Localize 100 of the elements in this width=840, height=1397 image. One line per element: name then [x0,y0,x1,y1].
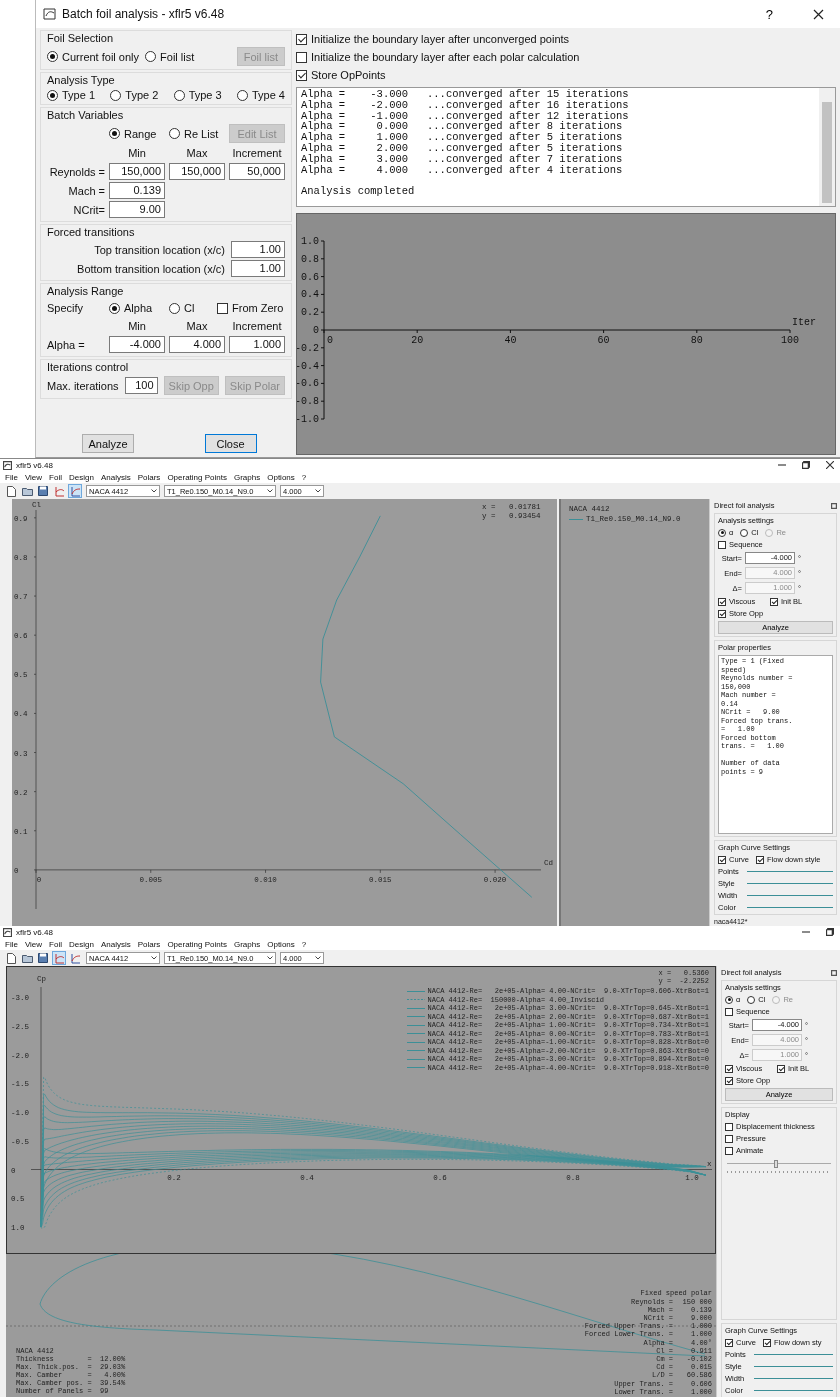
log-line: Alpha = 1.000 ...converged after 5 iterations [301,132,624,143]
radio-button[interactable]: Type 3 [173,89,222,101]
menu-item[interactable]: File [5,472,18,482]
chevron-down-icon [315,489,321,493]
menu-item[interactable]: Operating Points [167,939,227,949]
tick-label: 0.8 [301,253,319,265]
number-field[interactable]: 1.000 [229,336,285,353]
group-title: Foil Selection [47,32,115,45]
float-icon[interactable] [831,502,837,509]
tick-label: 0 [327,335,333,346]
legend-line-icon [569,517,583,521]
menu-item[interactable]: Analysis [100,472,131,482]
radio-button[interactable]: Range [109,127,165,140]
menu-item[interactable]: Polars [137,939,161,949]
menu-item[interactable]: View [24,472,43,482]
group-title: Iterations control [47,361,130,374]
checkbox[interactable]: Initialize the boundary layer after each polar calculation [296,51,836,63]
graph-axes-icon [69,485,81,497]
scrollbar[interactable] [819,88,835,206]
log-line: Alpha = -2.000 ...converged after 16 iterations [301,99,630,111]
menu-item[interactable]: Foil [49,939,62,949]
close-icon[interactable] [826,461,834,469]
log-line: Alpha = 2.000 ...converged after 5 iterations [301,143,624,154]
menu-item[interactable]: Operating Points [167,472,227,482]
slider-handle[interactable] [773,1160,778,1168]
radio-button[interactable]: Current foil only [47,50,140,63]
number-field[interactable]: -4.000 [109,336,165,353]
menu-item[interactable]: Design [69,939,94,949]
menu-item[interactable]: Design [69,472,94,482]
radio-button[interactable]: Type 4 [236,89,285,101]
number-field[interactable]: 0.139 [109,182,165,199]
tick-label: 0.2 [301,307,319,319]
tick-label: 0.4 [301,289,319,301]
menu-item[interactable]: Graphs [233,472,261,482]
menu-item[interactable]: Analysis [100,939,131,949]
chevron-down-icon [315,956,321,960]
app-logo-icon [43,8,56,20]
field-label: Bottom transition location (x/c) [76,262,225,275]
number-field[interactable]: 100 [124,377,158,394]
menu-item[interactable]: Graphs [233,939,261,949]
number-field[interactable]: 4.000 [169,336,225,353]
legend-line-icon [406,1049,425,1053]
menu-item[interactable]: View [24,939,43,949]
maximize-icon[interactable] [802,461,810,469]
close-button[interactable]: Close [204,434,257,453]
window-title: xflr5 v6.48 [16,927,53,937]
legend-line-icon [406,989,425,993]
log-line: Alpha = -3.000 ...converged after 15 iterations [301,89,630,100]
radio-button[interactable]: Type 1 [47,89,96,101]
toolbar-button[interactable] [36,484,50,498]
minimize-icon[interactable] [778,461,786,469]
tick-label: 0.6 [301,271,319,283]
menu-item[interactable]: ? [301,939,307,949]
radio-button[interactable]: Foil list [145,50,195,63]
analyze-button[interactable]: Analyze [81,434,134,453]
checkbox[interactable]: Initialize the boundary layer after unconverged points [296,33,836,45]
minimize-icon[interactable] [802,928,810,936]
save-icon [38,953,48,963]
chevron-down-icon [151,489,157,493]
field-label: Alpha = [47,338,86,351]
legend-line-icon [406,1057,425,1061]
number-field[interactable]: 150,000 [109,163,165,180]
field-label: Mach = [67,184,105,197]
help-button[interactable]: ? [761,6,777,22]
toolbar-button[interactable] [36,951,50,965]
number-field[interactable]: 150,000 [169,163,225,180]
close-icon[interactable] [813,8,824,20]
tick-label: -0.8 [297,396,319,408]
checkbox[interactable]: Store OpPoints [296,69,836,81]
field-label: Top transition location (x/c) [93,243,225,256]
log-line: Analysis completed [301,186,416,198]
legend-line-icon [406,1040,425,1044]
menu-item[interactable]: Options [267,472,295,482]
menu-item[interactable]: ? [301,472,307,482]
column-header: Max [185,147,209,159]
radio-button[interactable]: Re List [169,127,225,140]
column-header: Max [185,320,209,332]
group-title: Analysis Range [47,285,125,298]
foil-axes-icon [53,952,65,964]
radio-button[interactable]: Cl [169,302,213,314]
number-field[interactable]: 50,000 [229,163,285,180]
number-field[interactable]: 1.00 [231,260,285,277]
legend-line-icon [406,1023,425,1027]
float-icon[interactable] [831,969,837,976]
radio-button[interactable]: Alpha [109,302,165,314]
menu-item[interactable]: Options [267,939,295,949]
column-header: Increment [231,147,283,159]
number-field[interactable]: 1.00 [231,241,285,258]
legend-line-icon [406,1015,425,1019]
tick-label: 100 [781,335,799,346]
number-field[interactable]: 9.00 [109,201,165,218]
chevron-down-icon [267,956,273,960]
tick-label: 40 [504,335,517,346]
menu-item[interactable]: Polars [137,472,161,482]
menu-item[interactable]: Foil [49,472,62,482]
checkbox[interactable]: From Zero [217,302,285,314]
maximize-icon[interactable] [826,928,834,936]
menu-item[interactable]: File [5,939,18,949]
radio-button[interactable]: Type 2 [110,89,159,101]
group-title: Batch Variables [47,109,125,122]
